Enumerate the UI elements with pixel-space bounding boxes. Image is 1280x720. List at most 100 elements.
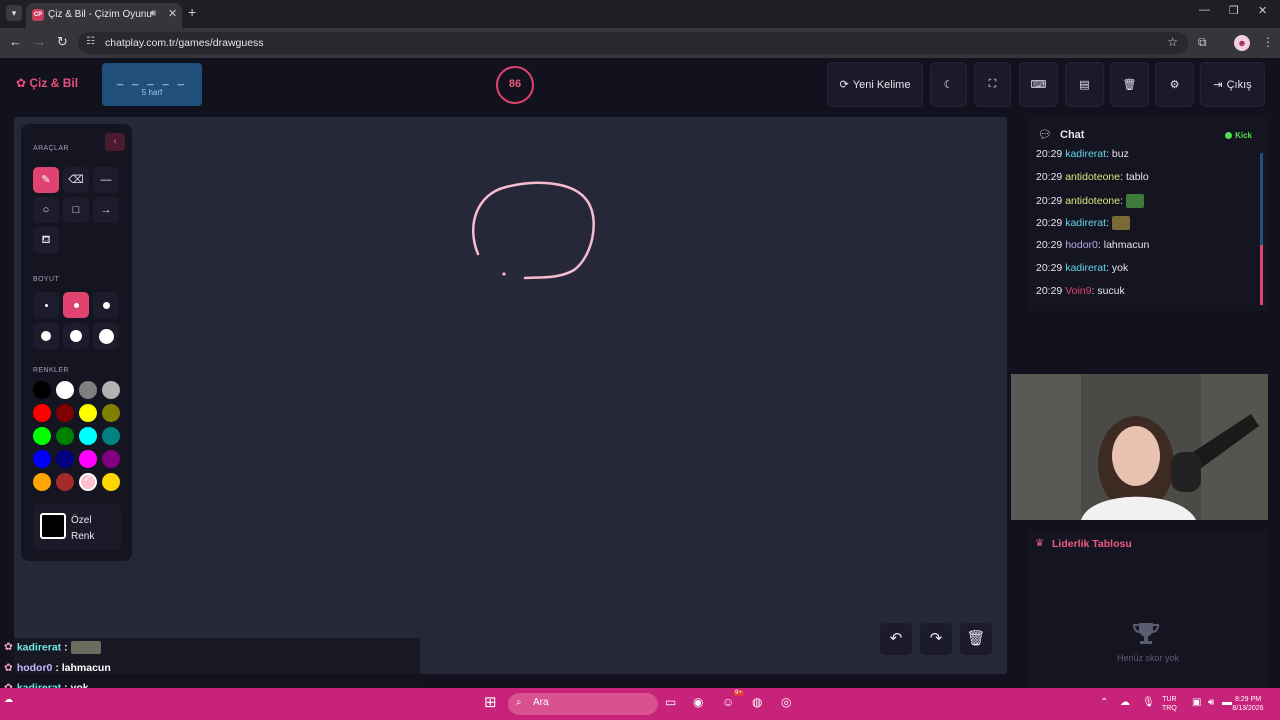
volume-icon[interactable]: 🔊︎: [1208, 697, 1214, 708]
display-icon[interactable]: ▣: [1192, 697, 1201, 708]
custom-color-button[interactable]: Özel Renk: [33, 504, 121, 550]
exit-label: Çıkış: [1226, 78, 1252, 91]
fill-tool[interactable]: ⛾: [33, 227, 59, 253]
chat-username[interactable]: kadirerat: [1065, 262, 1106, 274]
size-s[interactable]: [63, 292, 89, 318]
color-swatch[interactable]: [79, 381, 97, 399]
tab-search-button[interactable]: ▾: [6, 5, 22, 21]
file-explorer-icon[interactable]: ▭: [665, 695, 676, 709]
bookmark-star-icon[interactable]: ☆: [1167, 35, 1178, 49]
settings-button[interactable]: ⚙: [1155, 62, 1194, 107]
color-swatch[interactable]: [79, 427, 97, 445]
custom-color-label-line1: Özel: [71, 515, 92, 526]
redo-button[interactable]: ↷: [920, 623, 952, 655]
taskbar: ☁ ⊞ ⌕ Ara ▭ ◉ ☺ 9+ ◍ ◎ ⌃ ☁ 🎙︎ TUR TRQ ▣ …: [0, 688, 1280, 720]
color-swatch[interactable]: [33, 450, 51, 468]
undo-icon: ↶: [889, 630, 903, 647]
size-l[interactable]: [33, 323, 59, 349]
forward-button[interactable]: →: [33, 34, 46, 49]
color-swatch[interactable]: [102, 450, 120, 468]
color-swatch[interactable]: [102, 404, 120, 422]
chevron-left-icon: ‹: [113, 136, 117, 147]
minimize-button[interactable]: —: [1199, 4, 1210, 16]
chat-time: 20:29: [1036, 170, 1063, 183]
network-icon[interactable]: ☁: [1120, 697, 1130, 708]
theme-toggle-button[interactable]: ☾: [930, 62, 967, 107]
close-icon[interactable]: ✕: [168, 7, 177, 20]
color-swatch[interactable]: [79, 404, 97, 422]
window-close-button[interactable]: ✕: [1258, 4, 1267, 17]
circle-tool[interactable]: ○: [33, 197, 59, 223]
chat-text: tablo: [1125, 170, 1149, 183]
color-swatch[interactable]: [56, 450, 74, 468]
chat-username[interactable]: Voin9: [1065, 285, 1091, 297]
new-tab-button[interactable]: +: [188, 4, 196, 20]
obs-icon[interactable]: ◎: [781, 695, 791, 709]
new-word-button[interactable]: ⟳ Yeni Kelime: [827, 62, 923, 107]
collapse-tools-button[interactable]: ‹: [105, 133, 125, 151]
archive-button[interactable]: ▤: [1065, 62, 1104, 107]
reload-button[interactable]: ↻: [57, 34, 68, 50]
color-swatch[interactable]: [56, 404, 74, 422]
search-icon: ⌕: [516, 697, 522, 708]
color-swatch[interactable]: [33, 404, 51, 422]
discord-icon[interactable]: ☺: [722, 695, 734, 709]
size-m[interactable]: [93, 292, 119, 318]
extensions-icon[interactable]: ⧉: [1198, 35, 1207, 50]
chat-username[interactable]: kadirerat: [1065, 148, 1106, 160]
color-swatch[interactable]: [33, 473, 51, 491]
chat-username[interactable]: antidoteone: [1065, 194, 1120, 206]
color-swatch[interactable]: [102, 473, 120, 491]
microphone-icon[interactable]: 🎙︎: [1142, 697, 1155, 708]
exit-button[interactable]: ⇥ Çıkış: [1200, 62, 1265, 107]
address-bar[interactable]: ☷ chatplay.com.tr/games/drawguess ☆: [78, 32, 1188, 54]
color-swatch[interactable]: [56, 427, 74, 445]
weather-icon[interactable]: ☁: [4, 694, 13, 705]
chrome-icon[interactable]: ◉: [693, 695, 703, 709]
profile-avatar[interactable]: ☻: [1234, 35, 1250, 51]
color-swatch[interactable]: [56, 473, 74, 491]
clear-button[interactable]: 🗑︎: [1110, 62, 1149, 107]
browser-tab[interactable]: CP Çiz & Bil - Çizim Oyunu 🔊︎ ✕: [26, 3, 182, 28]
chat-message: 20:29 kadirerat: yok: [1036, 262, 1128, 274]
color-swatch[interactable]: [79, 450, 97, 468]
speaker-icon[interactable]: 🔊︎: [150, 8, 156, 19]
browser-menu-icon[interactable]: ⋮: [1262, 35, 1274, 49]
chat-emote: [1111, 216, 1130, 231]
chat-username[interactable]: antidoteone: [1065, 171, 1120, 183]
spotify-icon[interactable]: ◍: [752, 695, 762, 709]
keyboard-button[interactable]: ⌨: [1019, 62, 1058, 107]
chat-username[interactable]: hodor0: [1065, 239, 1098, 251]
color-swatch[interactable]: [56, 381, 74, 399]
chat-scrollbar[interactable]: [1260, 153, 1263, 245]
color-swatch[interactable]: [102, 427, 120, 445]
clear-canvas-button[interactable]: 🗑︎: [960, 623, 992, 655]
maximize-button[interactable]: ❐: [1229, 4, 1239, 17]
color-swatch[interactable]: [33, 381, 51, 399]
taskbar-search[interactable]: ⌕ Ara: [508, 693, 658, 715]
size-xs[interactable]: [33, 292, 59, 318]
language-indicator[interactable]: TUR TRQ: [1162, 695, 1177, 713]
undo-button[interactable]: ↶: [880, 623, 912, 655]
site-info-icon[interactable]: ☷: [86, 36, 95, 47]
rectangle-tool[interactable]: □: [63, 197, 89, 223]
size-xl[interactable]: [63, 323, 89, 349]
line-tool[interactable]: —: [93, 167, 119, 193]
clock[interactable]: 8:29 PM 8/13/2026: [1228, 695, 1268, 713]
back-button[interactable]: ←: [9, 34, 22, 49]
size-xxl[interactable]: [93, 323, 119, 349]
brush-tool[interactable]: ✎: [33, 167, 59, 193]
color-swatch[interactable]: [102, 381, 120, 399]
start-icon[interactable]: ⊞: [484, 693, 497, 711]
chat-text: lahmacun: [1103, 239, 1150, 252]
chevron-up-icon[interactable]: ⌃: [1100, 697, 1108, 708]
chat-scrollbar-thumb[interactable]: [1260, 245, 1263, 305]
arrow-tool[interactable]: →: [93, 197, 119, 223]
eraser-tool[interactable]: ⌫: [63, 167, 89, 193]
drawing-canvas[interactable]: ARAÇLAR ‹ ✎ ⌫ — ○ □ → ⛾ BOYUT RENKLER Öz…: [14, 117, 1007, 674]
color-swatch[interactable]: ✓: [79, 473, 97, 491]
circle-icon: ○: [42, 204, 50, 216]
color-swatch[interactable]: [33, 427, 51, 445]
chat-username[interactable]: kadirerat: [1065, 217, 1106, 229]
fullscreen-button[interactable]: ⛶: [974, 62, 1011, 107]
